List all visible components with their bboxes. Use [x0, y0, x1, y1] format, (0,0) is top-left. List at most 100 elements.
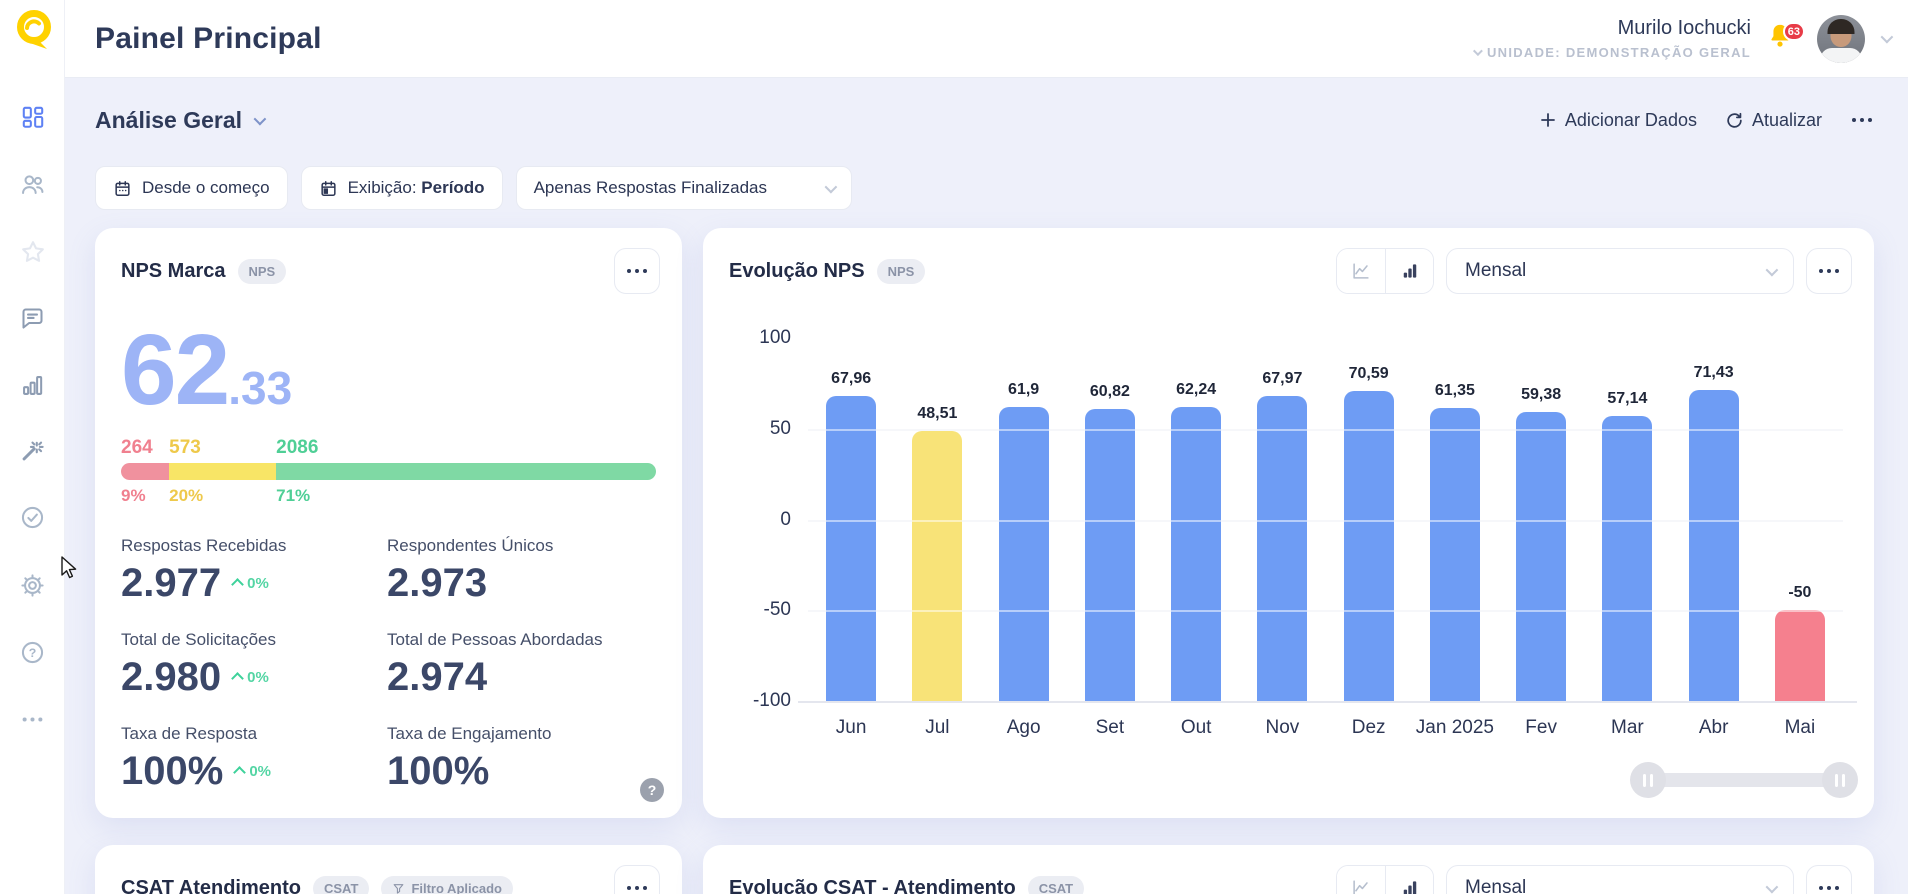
sidebar-item-users[interactable]: [0, 171, 65, 198]
stat-value: 2.974: [387, 655, 488, 699]
card-menu-button[interactable]: [1806, 865, 1852, 894]
stat-delta: 0%: [231, 669, 269, 686]
chart-bar[interactable]: 67,97 Nov: [1239, 338, 1325, 738]
stat-cell: Respostas Recebidas 2.977 0%: [121, 536, 387, 603]
x-axis-label: Jul: [925, 717, 950, 738]
more-icon: [22, 717, 43, 722]
period-select[interactable]: Mensal: [1446, 865, 1794, 894]
stat-label: Respostas Recebidas: [121, 536, 287, 555]
stat-label: Taxa de Resposta: [121, 724, 258, 743]
stat-label: Total de Solicitações: [121, 630, 276, 649]
sidebar-item-tasks[interactable]: [0, 504, 65, 531]
y-axis-tick: 0: [780, 508, 791, 530]
bar-rect: [1516, 411, 1567, 701]
chevron-down-icon[interactable]: [1880, 30, 1894, 44]
bar-chart-toggle-button[interactable]: [1385, 866, 1433, 894]
refresh-button[interactable]: Atualizar: [1725, 110, 1822, 131]
chart-bar[interactable]: 67,96 Jun: [808, 338, 894, 738]
bar-rect: [1429, 408, 1480, 701]
chart-bar[interactable]: 71,43 Abr: [1671, 338, 1757, 738]
chevron-down-icon: [824, 180, 837, 193]
bar-rect: [1084, 409, 1135, 701]
line-chart-toggle-button[interactable]: [1337, 249, 1385, 293]
stat-cell: Total de Solicitações 2.980 0%: [121, 630, 387, 697]
dashboard-selector[interactable]: Análise Geral: [95, 107, 267, 134]
chart-type-toggle: [1336, 865, 1434, 894]
line-chart-toggle-button[interactable]: [1337, 866, 1385, 894]
sidebar-item-favorites[interactable]: [0, 238, 65, 266]
sidebar-item-dashboard[interactable]: [0, 104, 65, 130]
chart-bar[interactable]: 61,9 Ago: [981, 338, 1067, 738]
distribution-segment: [121, 463, 170, 480]
nps-distribution-bar: [121, 463, 656, 480]
bar-chart-toggle-button[interactable]: [1385, 249, 1433, 293]
svg-text:?: ?: [29, 646, 37, 660]
sidebar-item-help[interactable]: ?: [0, 639, 65, 666]
sidebar-item-reports[interactable]: [0, 372, 65, 399]
bar-rect: [1343, 391, 1394, 701]
filter-applied-badge: Filtro Aplicado: [381, 875, 513, 894]
x-axis-label: Nov: [1265, 717, 1300, 738]
stat-value: 100%: [387, 749, 490, 793]
ellipsis-icon: [625, 886, 649, 890]
card-menu-button[interactable]: [1806, 248, 1852, 294]
avatar[interactable]: [1817, 14, 1865, 63]
card-menu-button[interactable]: [614, 865, 660, 894]
period-select[interactable]: Mensal: [1446, 248, 1794, 294]
y-axis-tick: -50: [763, 599, 791, 621]
stat-label: Total de Pessoas Abordadas: [387, 630, 603, 649]
bar-rect: [1602, 415, 1653, 701]
chart-bar[interactable]: 62,24 Out: [1153, 338, 1239, 738]
slider-handle-right[interactable]: [1822, 762, 1858, 798]
caret-up-icon: [231, 672, 244, 685]
calendar-icon: [115, 180, 130, 196]
more-options-button[interactable]: [1850, 118, 1874, 122]
distribution-segment: [276, 463, 656, 480]
chart-type-toggle: [1336, 248, 1434, 294]
add-data-button[interactable]: Adicionar Dados: [1539, 110, 1697, 131]
x-axis-label: Mar: [1611, 717, 1644, 738]
chart-range-slider: [1630, 762, 1858, 798]
card-menu-button[interactable]: [614, 248, 660, 294]
stat-label: Respondentes Únicos: [387, 536, 554, 555]
slider-handle-left[interactable]: [1630, 762, 1666, 798]
bar-value-label: 59,38: [1521, 385, 1562, 403]
chart-bar[interactable]: 59,38 Fev: [1498, 338, 1584, 738]
stat-delta: 0%: [231, 575, 269, 592]
bar-value-label: 61,35: [1434, 382, 1475, 400]
dashboard-icon: [22, 106, 43, 128]
csat-service-card: CSAT Atendimento CSAT Filtro Aplicado: [95, 845, 682, 894]
sidebar-item-automation[interactable]: [0, 437, 65, 464]
chart-bar[interactable]: -50 Mai: [1757, 338, 1843, 738]
calendar-icon: [320, 180, 336, 196]
chart-bar[interactable]: 57,14 Mar: [1584, 338, 1670, 738]
ellipsis-icon: [1817, 269, 1841, 273]
user-menu[interactable]: Murilo Iochucki UNIDADE: DEMONSTRAÇÃO GE…: [1472, 14, 1894, 63]
chart-bar[interactable]: 61,35 Jan 2025: [1412, 338, 1498, 738]
sidebar-item-settings[interactable]: [0, 572, 65, 599]
sidebar-item-more[interactable]: [0, 706, 65, 733]
help-button[interactable]: ?: [640, 778, 664, 802]
nps-distribution: 264 573 2086 9% 20% 71%: [121, 437, 656, 510]
bar-chart-icon: [1403, 881, 1416, 894]
card-title: Evolução NPS: [729, 259, 865, 282]
responses-filter-dropdown[interactable]: Apenas Respostas Finalizadas: [515, 166, 852, 210]
chart-bar[interactable]: 60,82 Set: [1067, 338, 1153, 738]
chart-bar[interactable]: 48,51 Jul: [894, 338, 980, 738]
segment-percent-label: 9%: [121, 486, 146, 505]
chart-bar[interactable]: 70,59 Dez: [1326, 338, 1412, 738]
sidebar-item-messages[interactable]: [0, 305, 65, 332]
distribution-segment: [169, 463, 277, 480]
ellipsis-icon: [625, 269, 649, 273]
unit-selector[interactable]: UNIDADE: DEMONSTRAÇÃO GERAL: [1472, 45, 1751, 60]
slider-track[interactable]: [1640, 773, 1848, 787]
date-range-filter[interactable]: Desde o começo: [95, 166, 288, 210]
nps-evolution-plot: 67,96 Jun 48,51 Jul 61,9 Ago 60,82 Set 62,24 Out 6…: [798, 338, 1857, 738]
users-icon: [22, 175, 44, 194]
bar-value-label: 57,14: [1607, 389, 1648, 407]
filter-bar: Desde o começo Exibição: Período Apenas …: [95, 166, 852, 210]
stat-cell: Taxa de Resposta 100% 0%: [121, 724, 387, 791]
notifications-button[interactable]: 63: [1767, 22, 1805, 55]
display-mode-filter[interactable]: Exibição: Período: [300, 166, 503, 210]
chevron-down-icon: [1765, 880, 1779, 893]
